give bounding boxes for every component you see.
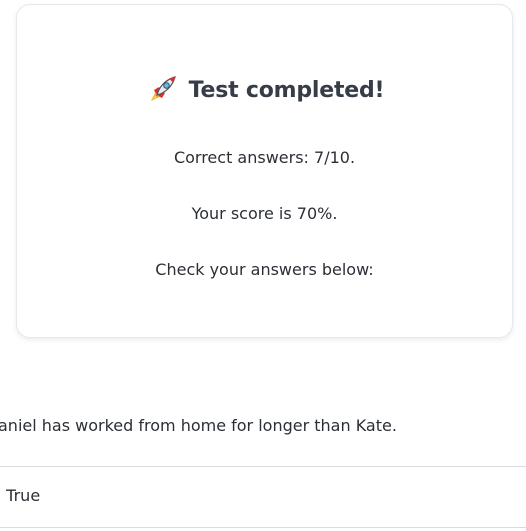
divider	[0, 527, 526, 528]
question-text: aniel has worked from home for longer th…	[0, 416, 397, 435]
rocket-icon	[145, 73, 179, 107]
score-text: Your score is 70%.	[191, 204, 338, 223]
correct-answers-text: Correct answers: 7/10.	[173, 148, 356, 167]
check-answers-text: Check your answers below:	[155, 260, 374, 279]
result-card: Test completed! Correct answers: 7/10. Y…	[16, 4, 513, 338]
divider	[0, 466, 526, 467]
title-row: Test completed!	[17, 73, 512, 107]
page: Test completed! Correct answers: 7/10. Y…	[0, 0, 526, 531]
title: Test completed!	[188, 77, 385, 103]
answer-option[interactable]: . True	[0, 486, 40, 505]
